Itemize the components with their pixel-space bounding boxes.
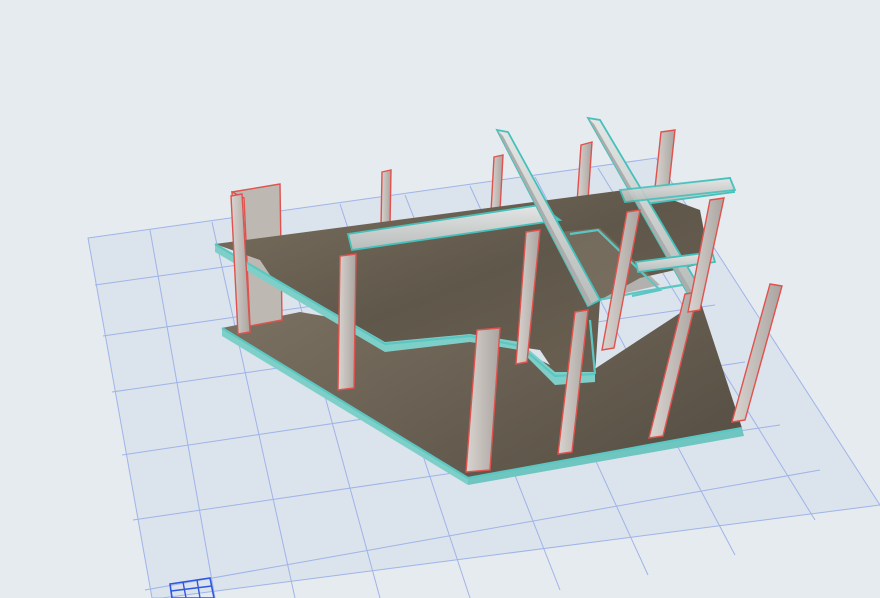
column[interactable] (337, 253, 357, 391)
3d-viewport[interactable] (0, 0, 880, 598)
3d-model-canvas[interactable] (0, 0, 880, 598)
